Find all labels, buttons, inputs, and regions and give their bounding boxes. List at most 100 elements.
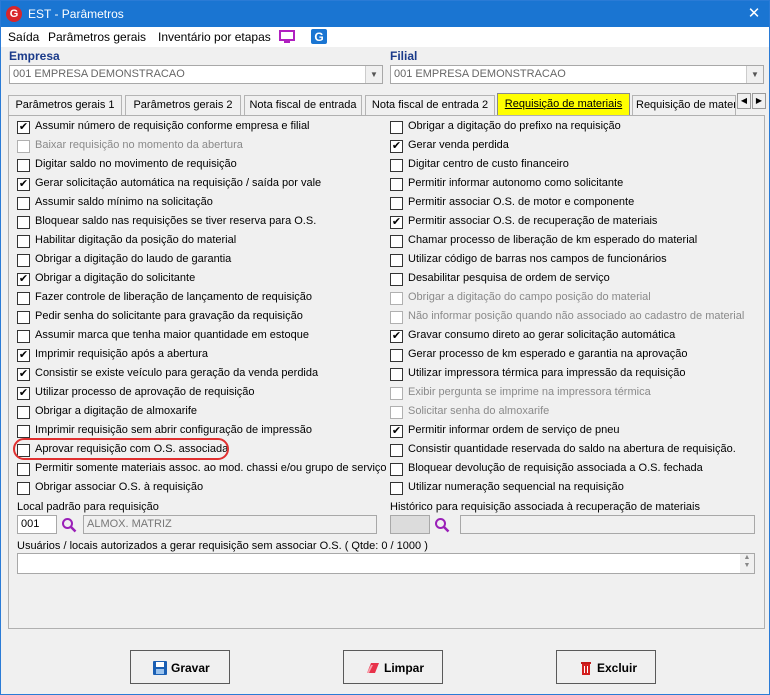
tab-strip: Parâmetros gerais 1 Parâmetros gerais 2 …	[8, 93, 768, 115]
scroll-arrows-icon[interactable]: ▲ ▼	[740, 554, 754, 573]
menu-saida[interactable]: Saída	[8, 30, 39, 44]
checkbox-box[interactable]	[390, 368, 403, 381]
checkmark-icon[interactable]: ✔	[17, 349, 30, 362]
local-label: Local padrão para requisição	[17, 501, 159, 513]
save-button[interactable]: Gravar	[130, 650, 230, 684]
tab-panel: ✔ Assumir número de requisição conforme e…	[8, 115, 765, 629]
chevron-down-icon[interactable]: ▼	[746, 66, 763, 83]
filial-select[interactable]: 001 EMPRESA DEMONSTRACAO ▼	[390, 65, 764, 84]
checkbox-box[interactable]	[390, 444, 403, 457]
local-code-input[interactable]: 001	[17, 515, 57, 534]
checkbox-box[interactable]	[17, 254, 30, 267]
search-icon[interactable]	[434, 517, 450, 533]
clear-button[interactable]: Limpar	[343, 650, 443, 684]
option-label: Assumir marca que tenha maior quantidade…	[35, 329, 309, 341]
option-label: Exibir pergunta se imprime na impressora…	[408, 386, 651, 398]
checkbox-box[interactable]	[17, 292, 30, 305]
empresa-label: Empresa	[9, 49, 60, 63]
option-label: Permitir informar autonomo como solicita…	[408, 177, 624, 189]
checkbox-box[interactable]	[390, 482, 403, 495]
option-label: Solicitar senha do almoxarife	[408, 405, 550, 417]
checkbox-box[interactable]	[17, 425, 30, 438]
tab-requisicao-materiais-2[interactable]: Requisição de materi	[632, 95, 736, 115]
checkmark-icon[interactable]: ✔	[17, 178, 30, 191]
floppy-disk-icon	[153, 661, 167, 675]
tab-scroll-left-icon[interactable]: ◀	[737, 93, 751, 109]
historico-name-field	[460, 515, 755, 534]
option-label: Assumir saldo mínimo na solicitação	[35, 196, 213, 208]
checkbox-box[interactable]	[390, 463, 403, 476]
checkbox-box[interactable]	[390, 159, 403, 172]
checkmark-icon[interactable]: ✔	[17, 387, 30, 400]
filial-value: 001 EMPRESA DEMONSTRACAO	[394, 68, 566, 80]
checkbox-box	[390, 406, 403, 419]
checkbox-box[interactable]	[390, 254, 403, 267]
tab-requisicao-materiais[interactable]: Requisição de materiais	[497, 93, 630, 115]
empresa-select[interactable]: 001 EMPRESA DEMONSTRACAO ▼	[9, 65, 383, 84]
checkbox-box[interactable]	[390, 349, 403, 362]
checkmark-icon[interactable]: ✔	[390, 425, 403, 438]
checkbox-box[interactable]	[17, 482, 30, 495]
checkbox-box[interactable]	[390, 235, 403, 248]
option-label: Imprimir requisição sem abrir configuraç…	[35, 424, 312, 436]
checkbox-box[interactable]	[17, 311, 30, 324]
historico-code-input[interactable]	[390, 515, 430, 534]
checkbox-box[interactable]	[17, 330, 30, 343]
parametros-window: G EST - Parâmetros ✕ Saída Parâmetros ge…	[0, 0, 770, 695]
checkbox-box[interactable]	[390, 273, 403, 286]
option-label: Obrigar a digitação do solicitante	[35, 272, 196, 284]
monitor-icon[interactable]	[279, 29, 295, 44]
option-label: Consistir quantidade reservada do saldo …	[408, 443, 736, 455]
checkbox-box[interactable]	[390, 121, 403, 134]
search-icon[interactable]	[61, 517, 77, 533]
option-label: Gerar solicitação automática na requisiç…	[35, 177, 322, 189]
chevron-down-icon[interactable]: ▼	[365, 66, 382, 83]
checkbox-box[interactable]	[17, 197, 30, 210]
app-shortcut-icon[interactable]: G	[311, 29, 327, 44]
checkbox-box[interactable]	[17, 406, 30, 419]
checkmark-icon[interactable]: ✔	[17, 273, 30, 286]
option-label: Obrigar a digitação do laudo de garantia	[35, 253, 232, 265]
checkmark-icon[interactable]: ✔	[390, 330, 403, 343]
option-label: Consistir se existe veículo para geração…	[35, 367, 319, 379]
checkbox-box[interactable]	[390, 197, 403, 210]
option-label: Habilitar digitação da posição do materi…	[35, 234, 237, 246]
checkbox-box	[17, 140, 30, 153]
option-label: Bloquear devolução de requisição associa…	[408, 462, 703, 474]
tab-nota-fiscal-entrada[interactable]: Nota fiscal de entrada	[244, 95, 362, 115]
tab-parametros-gerais-1[interactable]: Parâmetros gerais 1	[8, 95, 122, 115]
option-label: Obrigar a digitação de almoxarife	[35, 405, 198, 417]
menu-inventario-por-etapas[interactable]: Inventário por etapas	[158, 30, 271, 44]
checkbox-box	[390, 387, 403, 400]
checkbox-box[interactable]	[17, 159, 30, 172]
option-label: Obrigar associar O.S. à requisição	[35, 481, 204, 493]
option-label: Obrigar a digitação do prefixo na requis…	[408, 120, 621, 132]
tab-parametros-gerais-2[interactable]: Parâmetros gerais 2	[125, 95, 241, 115]
option-label: Utilizar numeração sequencial na requisi…	[408, 481, 624, 493]
checkbox-box[interactable]	[17, 463, 30, 476]
tab-nota-fiscal-entrada-2[interactable]: Nota fiscal de entrada 2	[365, 95, 495, 115]
tab-scroll-right-icon[interactable]: ▶	[752, 93, 766, 109]
checkmark-icon[interactable]: ✔	[17, 368, 30, 381]
checkmark-icon[interactable]: ✔	[390, 140, 403, 153]
option-label: Bloquear saldo nas requisições se tiver …	[35, 215, 317, 227]
usuarios-label: Usuários / locais autorizados a gerar re…	[17, 540, 428, 552]
option-label: Obrigar a digitação do campo posição do …	[408, 291, 651, 303]
option-label: Utilizar processo de aprovação de requis…	[35, 386, 255, 398]
delete-label: Excluir	[597, 661, 638, 675]
checkmark-icon[interactable]: ✔	[17, 121, 30, 134]
menu-parametros-gerais[interactable]: Parâmetros gerais	[48, 30, 146, 44]
close-window-button[interactable]: ✕	[739, 1, 769, 27]
save-label: Gravar	[171, 661, 210, 675]
local-name-field: ALMOX. MATRIZ	[83, 515, 377, 534]
delete-button[interactable]: Excluir	[556, 650, 656, 684]
option-label: Permitir associar O.S. de motor e compon…	[408, 196, 635, 208]
checkmark-icon[interactable]: ✔	[390, 216, 403, 229]
checkbox-box[interactable]	[17, 216, 30, 229]
option-label: Permitir somente materiais assoc. ao mod…	[35, 462, 387, 474]
checkbox-box[interactable]	[17, 235, 30, 248]
checkbox-box[interactable]	[390, 178, 403, 191]
option-label: Permitir associar O.S. de recuperação de…	[408, 215, 658, 227]
trash-icon	[581, 662, 591, 675]
usuarios-input[interactable]: ▲ ▼	[17, 553, 755, 574]
